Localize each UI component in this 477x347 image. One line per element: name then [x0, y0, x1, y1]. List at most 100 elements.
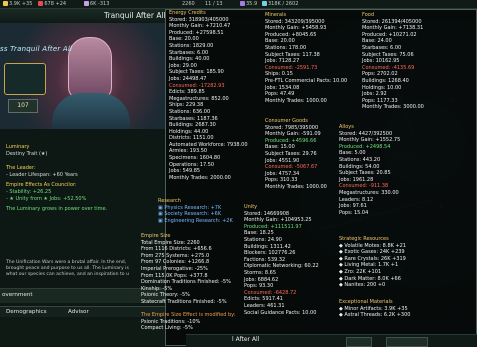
- tab-advisor[interactable]: Advisor: [68, 309, 89, 316]
- ruler-info: Luminary Destiny Trait (★) The Leader: -…: [6, 144, 182, 213]
- breakdown-line: Stored: 261394/405000: [362, 18, 422, 25]
- breakdown-line: Monthly Gain: +7210.47: [169, 23, 231, 30]
- breakdown-line: Subject Taxes: 20.85: [339, 170, 391, 177]
- breakdown-line: ▣ Engineering Research: +2K: [158, 217, 233, 224]
- unity-icon: [262, 0, 267, 6]
- breakdown-line: Monthly Gain: +5458.93: [265, 25, 327, 32]
- luminary-note: The Luminary grows in power over time.: [6, 206, 108, 213]
- ruler-head: [68, 37, 112, 101]
- bottom-bar: [186, 334, 477, 347]
- breakdown-line: Buildings: 1311.42: [244, 243, 291, 250]
- influence-icon: [240, 0, 245, 6]
- energy-resource[interactable]: 3.9K +35: [3, 0, 32, 8]
- minerals-breakdown: Minerals Stored: 343209/395000 Monthly Gai…: [265, 12, 347, 104]
- tab-demographics[interactable]: Demographics: [6, 309, 47, 316]
- councilor-effect: - Stability: +26.25: [6, 188, 52, 195]
- breakdown-line: Automated Workforce: 7938.00: [169, 141, 248, 148]
- breakdown-line: Produced: +4596.66: [265, 137, 317, 144]
- ruler-portrait[interactable]: ss Tranquil After All 107: [0, 23, 186, 129]
- breakdown-line: Compact Living: -5%: [141, 325, 193, 332]
- breakdown-line: Jobs: 1961.28: [339, 176, 374, 183]
- breakdown-line: Districts: 1151.00: [169, 135, 214, 142]
- breakdown-line: Armies: 193.50: [169, 148, 208, 155]
- bottom-window-title: l After All: [232, 336, 260, 343]
- breakdown-line: Storms: 8.65: [244, 269, 277, 276]
- unity-resource[interactable]: 318K / 2602: [262, 0, 298, 8]
- section-title: Exceptional Materials: [339, 299, 393, 305]
- breakdown-line: Jobs: 24498.47: [169, 75, 207, 82]
- section-title: Alloys: [339, 124, 354, 130]
- breakdown-line: Base: 20.00: [169, 36, 199, 43]
- breakdown-line: Jobs: 2.92: [362, 91, 387, 98]
- breakdown-line: Monthly Gain: +1552.75: [339, 137, 401, 144]
- breakdown-line: ◆ Exotic Gases: 24K +239: [339, 249, 405, 256]
- breakdown-line: Holdings: 10.00: [362, 84, 402, 91]
- section-title: Energy Credits: [169, 10, 206, 16]
- research-breakdown: Research ▣ Physics Research: +7K ▣ Society…: [158, 198, 248, 224]
- breakdown-line: Ships: 229.38: [169, 102, 204, 109]
- breakdown-line: Stations: 178.00: [265, 44, 307, 51]
- breakdown-line: Jobs: 4551.90: [265, 157, 300, 164]
- empire-name: ss Tranquil After All: [0, 45, 73, 53]
- breakdown-line: Jobs: 549.85: [169, 168, 201, 175]
- ruler-trait[interactable]: Destiny Trait (★): [6, 151, 182, 158]
- breakdown-line: Social Guidance Pacts: 10.00: [244, 309, 317, 316]
- date-display[interactable]: 2260: [182, 1, 195, 8]
- breakdown-line: Consumed: -4135.69: [362, 64, 415, 71]
- breakdown-line: Psionic Theory: -5%: [141, 292, 190, 299]
- breakdown-line: Subject Taxes: 75.06: [362, 51, 414, 58]
- alloys-resource[interactable]: 6K -313: [84, 0, 109, 8]
- breakdown-line: Buildings: 1268.40: [362, 77, 409, 84]
- breakdown-line: Subject Taxes: 29.76: [265, 150, 317, 157]
- unity-breakdown: Unity Stored: 14669908 Monthly Gain: +1049…: [244, 204, 340, 316]
- section-title: Unity: [244, 204, 258, 210]
- breakdown-line: Imperial Prerogative: -25%: [141, 265, 208, 272]
- breakdown-line: ◆ Astral Threads: 6.2K +300: [339, 312, 411, 319]
- pops-resource[interactable]: 11 / 13: [205, 1, 223, 8]
- empire-level: 107: [8, 99, 38, 113]
- breakdown-line: Pops: 15.04: [339, 209, 369, 216]
- breakdown-line: Produced: +8045.65: [265, 31, 317, 38]
- breakdown-line: Subject Taxes: 185.90: [169, 69, 224, 76]
- minerals-resource[interactable]: 678 +24: [38, 0, 66, 8]
- section-title: Empire Size: [141, 233, 171, 239]
- consumer-goods-breakdown: Consumer Goods Stored: 7985/395000 Monthly…: [265, 118, 345, 191]
- breakdown-line: Psionic Traditions: -10%: [141, 318, 201, 325]
- influence-resource[interactable]: 35.9: [240, 0, 257, 8]
- breakdown-line: Jobs: 1534.08: [265, 84, 300, 91]
- breakdown-line: Jobs: 10162.95: [362, 58, 400, 65]
- breakdown-line: Base: 20.00: [265, 38, 295, 45]
- breakdown-line: Starbases: 6.00: [362, 44, 402, 51]
- window-title: Tranquil After All: [104, 11, 166, 20]
- breakdown-line: Buildings: 54.00: [339, 163, 380, 170]
- breakdown-line: Jobs: 7128.27: [265, 58, 300, 65]
- breakdown-line: Starbases: 6.00: [169, 49, 209, 56]
- exceptional-materials-breakdown: Exceptional Materials ◆ Minor Artifacts: …: [339, 299, 429, 319]
- breakdown-line: Jobs: 6884.62: [244, 276, 279, 283]
- breakdown-line: Stored: 14669908: [244, 210, 290, 217]
- energy-breakdown: Energy Credits Stored: 318903/405000 Month…: [169, 10, 269, 181]
- breakdown-line: Kinship: -5%: [141, 285, 173, 292]
- breakdown-line: Pops: 93.30: [244, 283, 274, 290]
- breakdown-line: From 275 Systems: +275.0: [141, 252, 210, 259]
- resource-bar: 3.9K +35 678 +24 6K -313 2260 11 / 13 35…: [0, 0, 477, 9]
- breakdown-line: From 1116 Districts: +656.6: [141, 246, 212, 253]
- breakdown-line: Starbases: 1187.36: [169, 115, 218, 122]
- breakdown-line: Base: 15.00: [265, 144, 295, 151]
- breakdown-line: Blockers: 102776.26: [244, 250, 296, 257]
- tab-government[interactable]: overnment: [2, 292, 33, 299]
- section-title: Food: [362, 12, 374, 18]
- leader-label: The Leader:: [6, 165, 36, 172]
- empire-flag[interactable]: [4, 63, 46, 95]
- breakdown-line: Factions: 539.32: [244, 256, 286, 263]
- section-title: Strategic Resources: [339, 236, 389, 242]
- breakdown-line: Consumed: -2591.73: [265, 64, 318, 71]
- breakdown-line: Subject Taxes: 117.38: [265, 51, 320, 58]
- breakdown-line: Stored: 7985/395000: [265, 124, 319, 131]
- breakdown-line: Leaders: 8.12: [339, 196, 374, 203]
- breakdown-line: Pops: 1177.33: [362, 97, 398, 104]
- breakdown-line: Domination Traditions Finished: -5%: [141, 279, 231, 286]
- breakdown-line: Megastructures: 852.00: [169, 95, 229, 102]
- breakdown-line: Produced: +111511.97: [244, 223, 302, 230]
- breakdown-line: Base: 18.25: [244, 230, 274, 237]
